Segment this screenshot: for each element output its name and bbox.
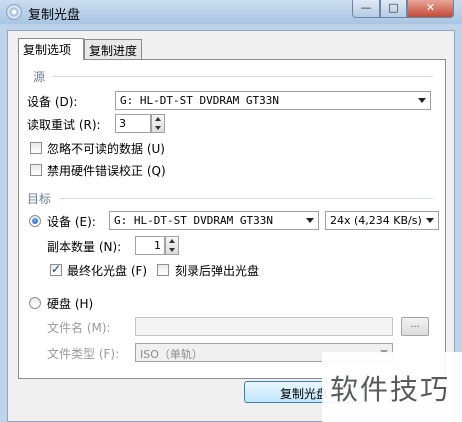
target-device-select[interactable]: G: HL-DT-ST DVDRAM GT33N	[109, 211, 319, 230]
finalize-disc-checkbox[interactable]	[50, 262, 62, 276]
target-device-label[interactable]: 设备 (E):	[47, 213, 96, 230]
write-speed-select[interactable]: 24x (4,234 KB/s)	[325, 211, 439, 230]
chevron-down-icon	[155, 126, 161, 130]
harddisk-label[interactable]: 硬盘 (H)	[47, 295, 93, 312]
chevron-down-icon	[426, 218, 434, 223]
watermark: 软件技巧	[322, 352, 462, 422]
chevron-up-icon	[155, 117, 161, 121]
chevron-up-icon	[169, 239, 175, 243]
finalize-disc-label[interactable]: 最终化光盘 (F)	[67, 262, 147, 279]
read-retry-input[interactable]: 3	[115, 114, 151, 133]
chevron-down-icon	[418, 98, 426, 103]
target-group-label: 目标	[27, 192, 52, 206]
chevron-down-icon	[306, 218, 314, 223]
filename-label: 文件名 (M):	[47, 321, 111, 335]
target-device-value: G: HL-DT-ST DVDRAM GT33N	[114, 214, 273, 227]
maximize-icon: □	[388, 1, 399, 14]
tab-copy-progress[interactable]: 复制进度	[84, 39, 142, 59]
window-title: 复制光盘	[28, 8, 81, 23]
watermark-text: 软件技巧	[330, 373, 451, 406]
ignore-unreadable-label[interactable]: 忽略不可读的数据 (U)	[47, 140, 165, 157]
write-speed-value: 24x (4,234 KB/s)	[330, 214, 422, 227]
title-bar[interactable]: 复制光盘 — □ ✕	[0, 0, 462, 24]
read-retry-label: 读取重试 (R):	[27, 118, 101, 132]
close-button[interactable]: ✕	[407, 0, 454, 18]
source-group-divider	[53, 76, 433, 77]
maximize-button[interactable]: □	[380, 0, 407, 18]
copy-disc-window: 复制光盘 — □ ✕ 复制选项 复制进度 源 设备 (D): G: HL-DT-…	[0, 0, 462, 422]
target-device-radio[interactable]	[29, 215, 41, 227]
filename-input[interactable]	[135, 317, 393, 336]
copy-options-panel: 源 设备 (D): G: HL-DT-ST DVDRAM GT33N 读取重试 …	[18, 59, 446, 379]
tab-copy-options[interactable]: 复制选项	[18, 38, 84, 60]
eject-after-burn-label[interactable]: 刻录后弹出光盘	[175, 262, 259, 279]
minimize-icon: —	[360, 1, 372, 14]
close-icon: ✕	[425, 1, 436, 14]
disable-hw-ecc-label[interactable]: 禁用硬件错误校正 (Q)	[47, 162, 166, 179]
browse-button[interactable]: ...	[401, 317, 429, 336]
target-group-divider	[59, 198, 433, 199]
ignore-unreadable-checkbox[interactable]	[30, 142, 42, 154]
source-device-value: G: HL-DT-ST DVDRAM GT33N	[120, 94, 279, 107]
source-group-label: 源	[33, 70, 46, 84]
copies-label: 副本数量 (N):	[47, 240, 122, 254]
minimize-button[interactable]: —	[352, 0, 380, 18]
eject-after-burn-checkbox[interactable]	[157, 264, 169, 276]
disable-hw-ecc-checkbox[interactable]	[30, 164, 42, 176]
chevron-down-icon	[169, 248, 175, 252]
harddisk-radio[interactable]	[29, 297, 41, 309]
filetype-label: 文件类型 (F):	[47, 347, 120, 361]
source-device-select[interactable]: G: HL-DT-ST DVDRAM GT33N	[115, 91, 431, 110]
source-device-label: 设备 (D):	[27, 95, 78, 109]
read-retry-stepper[interactable]	[151, 114, 165, 133]
disc-app-icon	[6, 4, 22, 20]
copies-stepper[interactable]	[165, 236, 179, 255]
filetype-value: ISO（单轨）	[140, 348, 203, 361]
copies-input[interactable]: 1	[135, 236, 165, 255]
